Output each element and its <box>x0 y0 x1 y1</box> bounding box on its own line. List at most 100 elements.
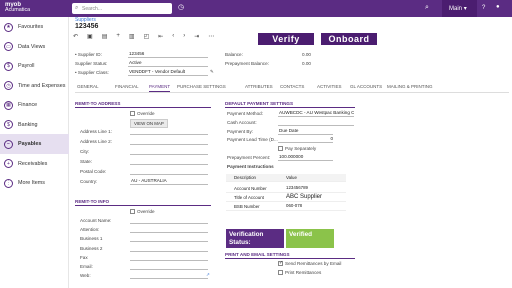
sidebar-item-label: Finance <box>18 102 38 108</box>
sidebar-item-banking[interactable]: $ Banking <box>0 115 69 135</box>
tab-gl-accounts[interactable]: GL ACCOUNTS <box>350 84 382 89</box>
lead-time-field[interactable]: 0 <box>278 136 333 143</box>
sidebar-item-finance[interactable]: ▦ Finance <box>0 95 69 115</box>
receivables-icon: + <box>4 159 13 168</box>
tab-bar: GENERAL FINANCIAL PAYMENT PURCHASE SETTINGS… <box>75 83 509 93</box>
first-icon[interactable]: ⇤ <box>158 33 163 41</box>
table-header: Description Value <box>226 174 346 182</box>
remit_info-field-label: Business 1 <box>80 236 103 242</box>
tab-financial[interactable]: FINANCIAL <box>115 84 139 89</box>
supplier-id-field[interactable]: 123456 <box>128 51 208 58</box>
remit_info-field-label: Web: <box>80 273 91 279</box>
bank-icon: $ <box>4 120 13 129</box>
remit_address-field-input[interactable] <box>130 128 208 135</box>
payment-method-field[interactable]: AUWBCDC - AU Westpac Banking Co <box>278 110 354 117</box>
sidebar-item-label: More Items <box>18 180 45 186</box>
remit_info-field-input[interactable] <box>130 235 208 243</box>
clock-icon: ◷ <box>4 81 13 90</box>
balance-label: Balance: <box>225 52 243 57</box>
remit_address-field-input[interactable] <box>130 148 208 155</box>
save-close-icon[interactable]: ▤ <box>102 33 108 41</box>
more-icon[interactable]: ⋯ <box>208 33 214 41</box>
remit_address-field-input[interactable] <box>130 138 208 145</box>
remit_info-field-label: Business 2 <box>80 245 103 251</box>
remit_info-field-label: Account Name: <box>80 218 112 223</box>
supplier-status-label: Supplier Status: <box>75 61 108 66</box>
grid-icon: ⋮ <box>4 178 13 188</box>
remit_address-field-input[interactable] <box>130 168 208 175</box>
remit_address-field-label: Address Line 1: <box>80 129 112 134</box>
remit_address-field-label: Country: <box>80 179 98 184</box>
table-row[interactable]: BSB Number 060-078 <box>226 202 346 211</box>
search-input[interactable]: ⌕ Search... <box>72 3 172 14</box>
view-on-map-button[interactable]: VIEW ON MAP <box>130 119 168 128</box>
copy-icon[interactable]: ◰ <box>144 33 150 41</box>
table-row[interactable]: Title of Account ABC Supplier <box>226 193 346 202</box>
open-link-icon[interactable]: ↗ <box>206 272 210 278</box>
sidebar-item-time-and-expenses[interactable]: ◷ Time and Expenses <box>0 76 69 96</box>
remit_info-field-input[interactable] <box>130 272 208 280</box>
sidebar-item-receivables[interactable]: + Receivables <box>0 154 69 174</box>
remit_info-field-input[interactable] <box>130 263 208 270</box>
override-info-label: Override <box>137 209 155 214</box>
remit_address-field-input[interactable]: AU - AUSTRALIA <box>130 178 208 185</box>
sidebar-item-label: Favourites <box>18 24 44 30</box>
table-row[interactable]: Account Number 123456789 <box>226 184 346 193</box>
remit-info-header: REMIT-TO INFO <box>75 199 211 206</box>
payment-instructions-title: Payment Instructions <box>227 164 274 169</box>
payment-by-select[interactable]: Due Date <box>278 128 333 135</box>
supplier-status-select[interactable]: Active <box>128 60 208 67</box>
finance-icon: ▦ <box>4 100 13 110</box>
sidebar-item-more-items[interactable]: ⋮ More Items <box>0 173 69 193</box>
remit_info-field-input[interactable] <box>130 245 208 252</box>
back-icon[interactable]: ↶ <box>73 33 78 41</box>
send-remittances-label: Send Remittances by Email <box>285 261 342 266</box>
company-selector[interactable]: Main ▾ <box>442 0 477 17</box>
add-icon[interactable]: + <box>116 33 120 41</box>
top-bar: myob Acumatica ⌕ Search... ◷ ⌕ Main ▾ ? … <box>0 0 512 17</box>
tab-mailing-printing[interactable]: MAILING & PRINTING <box>387 84 433 89</box>
row-value: ABC Supplier <box>286 194 323 200</box>
prepay-percent-field[interactable]: 100.000000 <box>278 154 333 161</box>
last-icon[interactable]: ⇥ <box>194 33 199 41</box>
history-icon[interactable]: ◷ <box>176 3 186 14</box>
sidebar-item-payroll[interactable]: $ Payroll <box>0 56 69 76</box>
pay-separately-checkbox[interactable] <box>278 146 283 151</box>
row-description: BSB Number <box>234 204 260 209</box>
payment-settings-header: DEFAULT PAYMENT SETTINGS <box>225 101 355 108</box>
tab-purchase-settings[interactable]: PURCHASE SETTINGS <box>177 84 226 89</box>
prev-icon[interactable]: ‹ <box>172 33 174 41</box>
row-value: 123456789 <box>286 185 308 190</box>
tab-activities[interactable]: ACTIVITIES <box>317 84 342 89</box>
override-checkbox[interactable] <box>130 111 135 116</box>
cash-account-field[interactable] <box>278 119 354 126</box>
remit_info-field-label: Fax <box>80 254 88 260</box>
next-icon[interactable]: › <box>183 33 185 41</box>
save-icon[interactable]: ▣ <box>87 33 93 41</box>
tab-attributes[interactable]: ATTRIBUTES <box>245 84 273 89</box>
edit-icon[interactable]: ✎ <box>210 69 214 75</box>
delete-icon[interactable]: ▥ <box>129 33 135 41</box>
tab-general[interactable]: GENERAL <box>77 84 99 89</box>
sidebar-item-favourites[interactable]: ★ Favourites <box>0 17 69 37</box>
supplier-class-field[interactable]: VENDDFT - Vendor Default <box>128 69 208 76</box>
app-logo[interactable]: myob Acumatica <box>5 2 30 13</box>
verify-button[interactable]: Verify <box>257 32 315 46</box>
override-info-checkbox[interactable] <box>130 209 135 214</box>
sidebar-item-label: Banking <box>18 121 38 128</box>
sidebar-item-data-views[interactable]: ▭ Data Views <box>0 37 69 57</box>
column-value: Value <box>286 175 297 180</box>
tab-contacts[interactable]: CONTACTS <box>280 84 304 89</box>
row-description: Title of Account <box>234 195 264 200</box>
print-remittances-checkbox[interactable] <box>278 270 283 275</box>
remit_info-field-input[interactable] <box>130 217 208 224</box>
remit_info-field-input[interactable] <box>130 226 208 234</box>
remit_address-field-input[interactable] <box>130 158 208 165</box>
send-remittances-checkbox[interactable] <box>278 260 283 266</box>
sidebar-item-payables[interactable]: − Payables <box>0 134 69 154</box>
remit_info-field-input[interactable] <box>130 254 208 261</box>
tab-payment[interactable]: PAYMENT <box>149 84 171 92</box>
onboard-button[interactable]: Onboard <box>320 32 378 46</box>
prepay-percent-label: Prepayment Percent: <box>227 155 271 160</box>
remit_address-field-label: Address Line 2: <box>80 139 112 144</box>
